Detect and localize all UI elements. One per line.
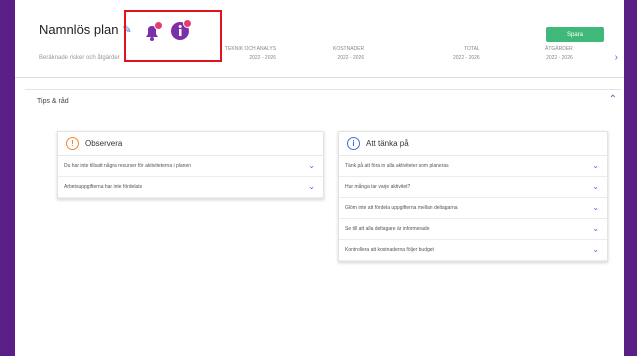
stat-col-3: TOTAL 2022 - 2026 (453, 46, 480, 61)
plan-name-text: Namnlös plan (39, 22, 119, 37)
chevron-up-icon[interactable]: ⌃ (609, 94, 617, 105)
warning-icon: ! (66, 137, 79, 150)
chevron-down-icon[interactable]: ⌄ (592, 162, 599, 170)
links-title: Att tänka på (366, 139, 409, 148)
stat-col-4: ÅTGÄRDER 2022 - 2026 (545, 46, 573, 61)
tips-panel: Tips & råd ⌃ ! Observera Du har inte til… (25, 89, 621, 356)
notification-badge (154, 21, 163, 30)
app-frame: Namnlös plan ✎ Beräknade risker och åtgä… (15, 0, 624, 356)
chevron-down-icon[interactable]: ⌄ (592, 225, 599, 233)
observation-item[interactable]: Arbetsuppgifterna har inte fördelats ⌄ (58, 177, 323, 198)
observation-item[interactable]: Du har inte tillsatt några resurser för … (58, 156, 323, 177)
chevron-down-icon[interactable]: ⌄ (592, 183, 599, 191)
plan-subtext: Beräknade risker och åtgärder (39, 55, 120, 61)
chevron-down-icon[interactable]: ⌄ (592, 246, 599, 254)
plan-header: Namnlös plan ✎ Beräknade risker och åtgä… (15, 0, 624, 78)
observation-card-header: ! Observera (58, 132, 323, 156)
links-item[interactable]: Hur många tar varje aktivitet? ⌄ (339, 177, 607, 198)
stat-col-1: TEKNIK OCH ANALYS 2022 - 2026 (225, 46, 277, 61)
info-icon[interactable] (169, 19, 192, 42)
chevron-down-icon[interactable]: ⌄ (592, 204, 599, 212)
links-item[interactable]: Tänk på att föra in alla aktiviteter som… (339, 156, 607, 177)
links-card-header: i Att tänka på (339, 132, 607, 156)
save-button[interactable]: Spara (546, 27, 604, 42)
chevron-down-icon[interactable]: ⌄ (308, 183, 315, 191)
stat-col-2: KOSTNADER 2022 - 2026 (333, 46, 365, 61)
links-card: i Att tänka på Tänk på att föra in alla … (338, 131, 608, 262)
bell-icon[interactable] (142, 21, 163, 42)
observation-card: ! Observera Du har inte tillsatt några r… (57, 131, 324, 199)
links-item[interactable]: Kontrollera att kostnaderna följer budge… (339, 240, 607, 261)
panel-title: Tips & råd (37, 98, 69, 105)
links-item[interactable]: Glöm inte att fördela uppgifterna mellan… (339, 198, 607, 219)
observation-title: Observera (85, 139, 123, 148)
info-badge (183, 19, 192, 28)
chevron-right-icon[interactable]: › (615, 52, 618, 63)
chevron-down-icon[interactable]: ⌄ (308, 162, 315, 170)
plan-title[interactable]: Namnlös plan ✎ (39, 22, 132, 37)
info-circle-icon: i (347, 137, 360, 150)
links-item[interactable]: Se till att alla deltagare är informerad… (339, 219, 607, 240)
